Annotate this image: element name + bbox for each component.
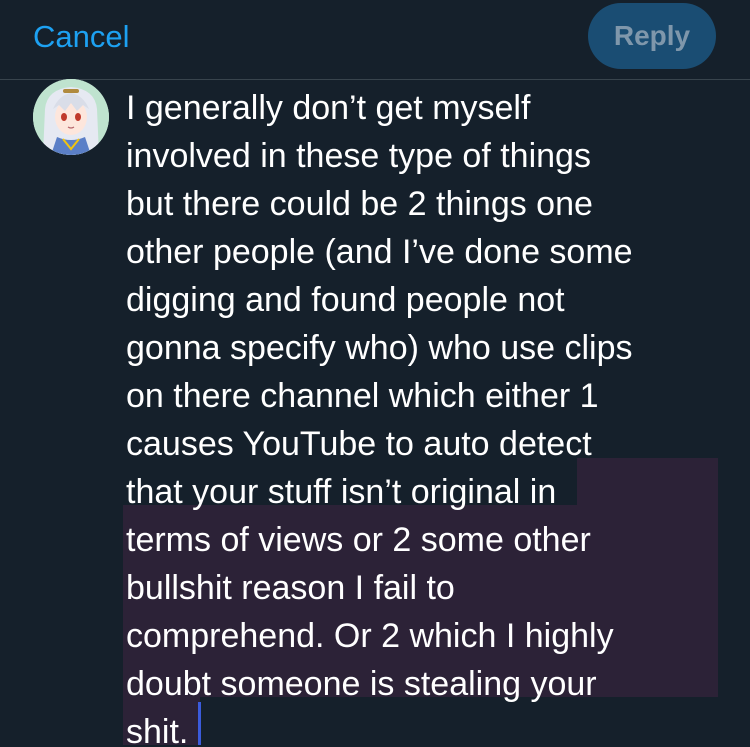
- text-line: comprehend. Or 2 which I highly: [126, 617, 614, 655]
- header-divider: [0, 79, 750, 80]
- anime-avatar-icon: [33, 79, 109, 155]
- reply-button[interactable]: Reply: [588, 3, 716, 69]
- avatar: [33, 79, 109, 155]
- text-line: digging and found people not: [126, 281, 565, 319]
- text-line: involved in these type of things: [126, 137, 591, 175]
- text-line: but there could be 2 things one: [126, 185, 593, 223]
- text-line: I generally don’t get myself: [126, 89, 531, 127]
- text-cursor: [198, 702, 201, 745]
- text-line: terms of views or 2 some other: [126, 521, 591, 559]
- text-line: doubt someone is stealing your: [126, 665, 597, 703]
- text-line: shit.: [126, 713, 189, 747]
- reply-text-area[interactable]: I generally don’t get myself involved in…: [126, 84, 736, 747]
- text-line: that your stuff isn’t original in: [126, 473, 557, 511]
- compose-header: Cancel Reply: [0, 0, 750, 79]
- text-line: other people (and I’ve done some: [126, 233, 633, 271]
- text-line: gonna specify who) who use clips: [126, 329, 633, 367]
- text-line: bullshit reason I fail to: [126, 569, 455, 607]
- text-line: on there channel which either 1: [126, 377, 599, 415]
- reply-text: I generally don’t get myself involved in…: [126, 84, 736, 747]
- cancel-button[interactable]: Cancel: [33, 17, 130, 57]
- text-line: causes YouTube to auto detect: [126, 425, 592, 463]
